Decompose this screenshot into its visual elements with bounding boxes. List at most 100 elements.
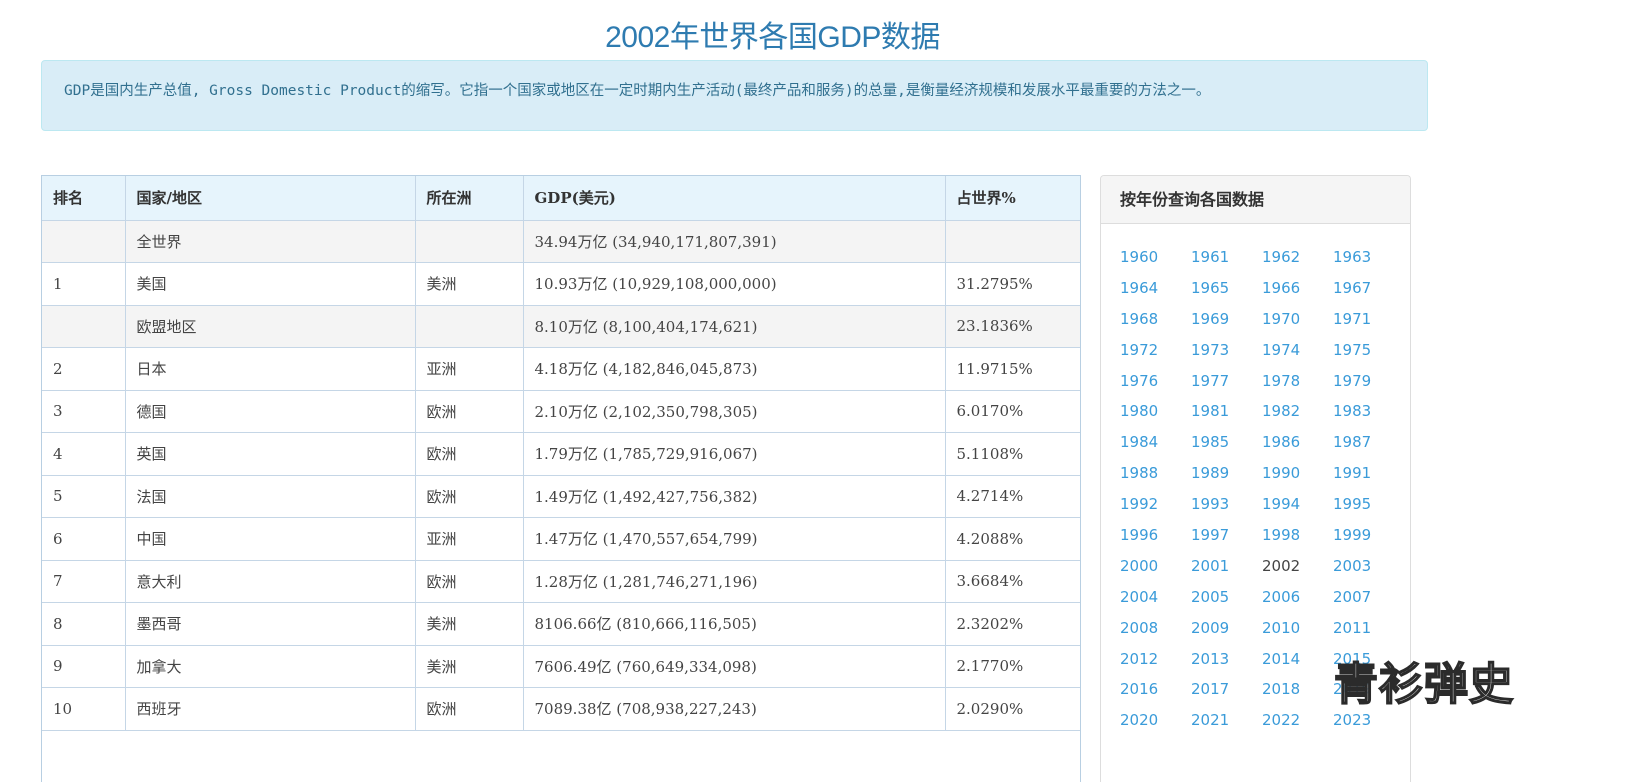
table-row: 3 德国 欧洲 2.10万亿 (2,102,350,798,305) 6.0170% xyxy=(42,389,1080,433)
year-link-1972[interactable]: 1972 xyxy=(1120,335,1191,366)
year-link-1983[interactable]: 1983 xyxy=(1333,396,1404,427)
year-link-1988[interactable]: 1988 xyxy=(1120,458,1191,489)
cell-rank: 3 xyxy=(42,389,126,433)
year-link-1969[interactable]: 1969 xyxy=(1191,304,1262,335)
year-link-1981[interactable]: 1981 xyxy=(1191,396,1262,427)
year-link-1990[interactable]: 1990 xyxy=(1262,458,1333,489)
cell-rank xyxy=(42,304,126,348)
year-link-1989[interactable]: 1989 xyxy=(1191,458,1262,489)
year-link-1960[interactable]: 1960 xyxy=(1120,242,1191,273)
cell-continent: 亚洲 xyxy=(414,347,524,391)
year-link-2010[interactable]: 2010 xyxy=(1262,613,1333,644)
year-link-2018[interactable]: 2018 xyxy=(1262,674,1333,705)
year-link-1985[interactable]: 1985 xyxy=(1191,427,1262,458)
year-link-1999[interactable]: 1999 xyxy=(1333,520,1404,551)
table-row: 4 英国 欧洲 1.79万亿 (1,785,729,916,067) 5.1108% xyxy=(42,432,1080,476)
table-row: 全世界 34.94万亿 (34,940,171,807,391) xyxy=(42,219,1080,263)
cell-share: 2.0290% xyxy=(944,687,1080,731)
table-row: 1 美国 美洲 10.93万亿 (10,929,108,000,000) 31.2795… xyxy=(42,262,1080,306)
year-link-2022[interactable]: 2022 xyxy=(1262,705,1333,736)
year-link-1971[interactable]: 1971 xyxy=(1333,304,1404,335)
year-link-1961[interactable]: 1961 xyxy=(1191,242,1262,273)
cell-continent: 欧洲 xyxy=(414,389,524,433)
cell-country: 欧盟地区 xyxy=(124,304,416,348)
year-link-1984[interactable]: 1984 xyxy=(1120,427,1191,458)
year-link-1974[interactable]: 1974 xyxy=(1262,335,1333,366)
cell-continent: 欧洲 xyxy=(414,687,524,731)
table-row: 5 法国 欧洲 1.49万亿 (1,492,427,756,382) 4.2714% xyxy=(42,474,1080,518)
header-gdp: GDP(美元) xyxy=(522,176,946,221)
year-link-2000[interactable]: 2000 xyxy=(1120,551,1191,582)
cell-country: 西班牙 xyxy=(124,687,416,731)
year-link-1973[interactable]: 1973 xyxy=(1191,335,1262,366)
year-link-2020[interactable]: 2020 xyxy=(1120,705,1191,736)
cell-share: 6.0170% xyxy=(944,389,1080,433)
year-link-2008[interactable]: 2008 xyxy=(1120,613,1191,644)
year-link-1968[interactable]: 1968 xyxy=(1120,304,1191,335)
cell-gdp: 4.18万亿 (4,182,846,045,873) xyxy=(522,347,946,391)
cell-rank: 7 xyxy=(42,559,126,603)
year-link-2017[interactable]: 2017 xyxy=(1191,674,1262,705)
year-link-2015[interactable]: 2015 xyxy=(1333,644,1404,675)
year-link-1982[interactable]: 1982 xyxy=(1262,396,1333,427)
cell-gdp: 1.49万亿 (1,492,427,756,382) xyxy=(522,474,946,518)
cell-country: 全世界 xyxy=(124,219,416,263)
header-share: 占世界% xyxy=(944,176,1080,221)
year-link-1963[interactable]: 1963 xyxy=(1333,242,1404,273)
cell-continent: 欧洲 xyxy=(414,474,524,518)
year-link-2004[interactable]: 2004 xyxy=(1120,582,1191,613)
year-link-2012[interactable]: 2012 xyxy=(1120,644,1191,675)
year-link-2023[interactable]: 2023 xyxy=(1333,705,1404,736)
year-link-1993[interactable]: 1993 xyxy=(1191,489,1262,520)
year-link-1977[interactable]: 1977 xyxy=(1191,366,1262,397)
year-link-1997[interactable]: 1997 xyxy=(1191,520,1262,551)
year-link-2019[interactable]: 2019 xyxy=(1333,674,1404,705)
year-link-1966[interactable]: 1966 xyxy=(1262,273,1333,304)
year-link-1980[interactable]: 1980 xyxy=(1120,396,1191,427)
cell-rank: 9 xyxy=(42,644,126,688)
year-link-2007[interactable]: 2007 xyxy=(1333,582,1404,613)
year-link-1992[interactable]: 1992 xyxy=(1120,489,1191,520)
page-title: 2002年世界各国GDP数据 xyxy=(605,21,940,54)
year-link-2014[interactable]: 2014 xyxy=(1262,644,1333,675)
year-link-2011[interactable]: 2011 xyxy=(1333,613,1404,644)
year-link-1970[interactable]: 1970 xyxy=(1262,304,1333,335)
year-link-1976[interactable]: 1976 xyxy=(1120,366,1191,397)
year-link-2013[interactable]: 2013 xyxy=(1191,644,1262,675)
gdp-table-container: 排名 国家/地区 所在洲 GDP(美元) 占世界% 全世界 34.94万亿 (34… xyxy=(41,175,1081,782)
table-row: 8 墨西哥 美洲 8106.66亿 (810,666,116,505) 2.3202% xyxy=(42,602,1080,646)
year-link-2021[interactable]: 2021 xyxy=(1191,705,1262,736)
cell-country: 日本 xyxy=(124,347,416,391)
year-link-1987[interactable]: 1987 xyxy=(1333,427,1404,458)
year-link-1986[interactable]: 1986 xyxy=(1262,427,1333,458)
year-link-1995[interactable]: 1995 xyxy=(1333,489,1404,520)
year-link-1964[interactable]: 1964 xyxy=(1120,273,1191,304)
cell-continent: 美洲 xyxy=(414,644,524,688)
year-query-panel: 按年份查询各国数据 1960 1961 1962 1963 1964 1965 1966 19… xyxy=(1100,175,1411,782)
cell-share: 5.1108% xyxy=(944,432,1080,476)
cell-country: 德国 xyxy=(124,389,416,433)
year-link-2001[interactable]: 2001 xyxy=(1191,551,1262,582)
intro-text: GDP是国内生产总值, Gross Domestic Product的缩写。它指… xyxy=(64,83,1211,99)
table-row: 6 中国 亚洲 1.47万亿 (1,470,557,654,799) 4.2088% xyxy=(42,517,1080,561)
cell-continent: 美洲 xyxy=(414,262,524,306)
year-link-1962[interactable]: 1962 xyxy=(1262,242,1333,273)
year-link-1991[interactable]: 1991 xyxy=(1333,458,1404,489)
cell-share: 3.6684% xyxy=(944,559,1080,603)
year-link-1978[interactable]: 1978 xyxy=(1262,366,1333,397)
year-link-2006[interactable]: 2006 xyxy=(1262,582,1333,613)
year-link-1975[interactable]: 1975 xyxy=(1333,335,1404,366)
year-link-1967[interactable]: 1967 xyxy=(1333,273,1404,304)
year-link-2016[interactable]: 2016 xyxy=(1120,674,1191,705)
cell-country: 美国 xyxy=(124,262,416,306)
table-header-row: 排名 国家/地区 所在洲 GDP(美元) 占世界% xyxy=(42,176,1080,221)
year-link-1979[interactable]: 1979 xyxy=(1333,366,1404,397)
year-link-1998[interactable]: 1998 xyxy=(1262,520,1333,551)
year-link-1996[interactable]: 1996 xyxy=(1120,520,1191,551)
year-link-2003[interactable]: 2003 xyxy=(1333,551,1404,582)
header-continent: 所在洲 xyxy=(414,176,524,221)
year-link-2005[interactable]: 2005 xyxy=(1191,582,1262,613)
year-link-1965[interactable]: 1965 xyxy=(1191,273,1262,304)
year-link-2009[interactable]: 2009 xyxy=(1191,613,1262,644)
year-link-1994[interactable]: 1994 xyxy=(1262,489,1333,520)
